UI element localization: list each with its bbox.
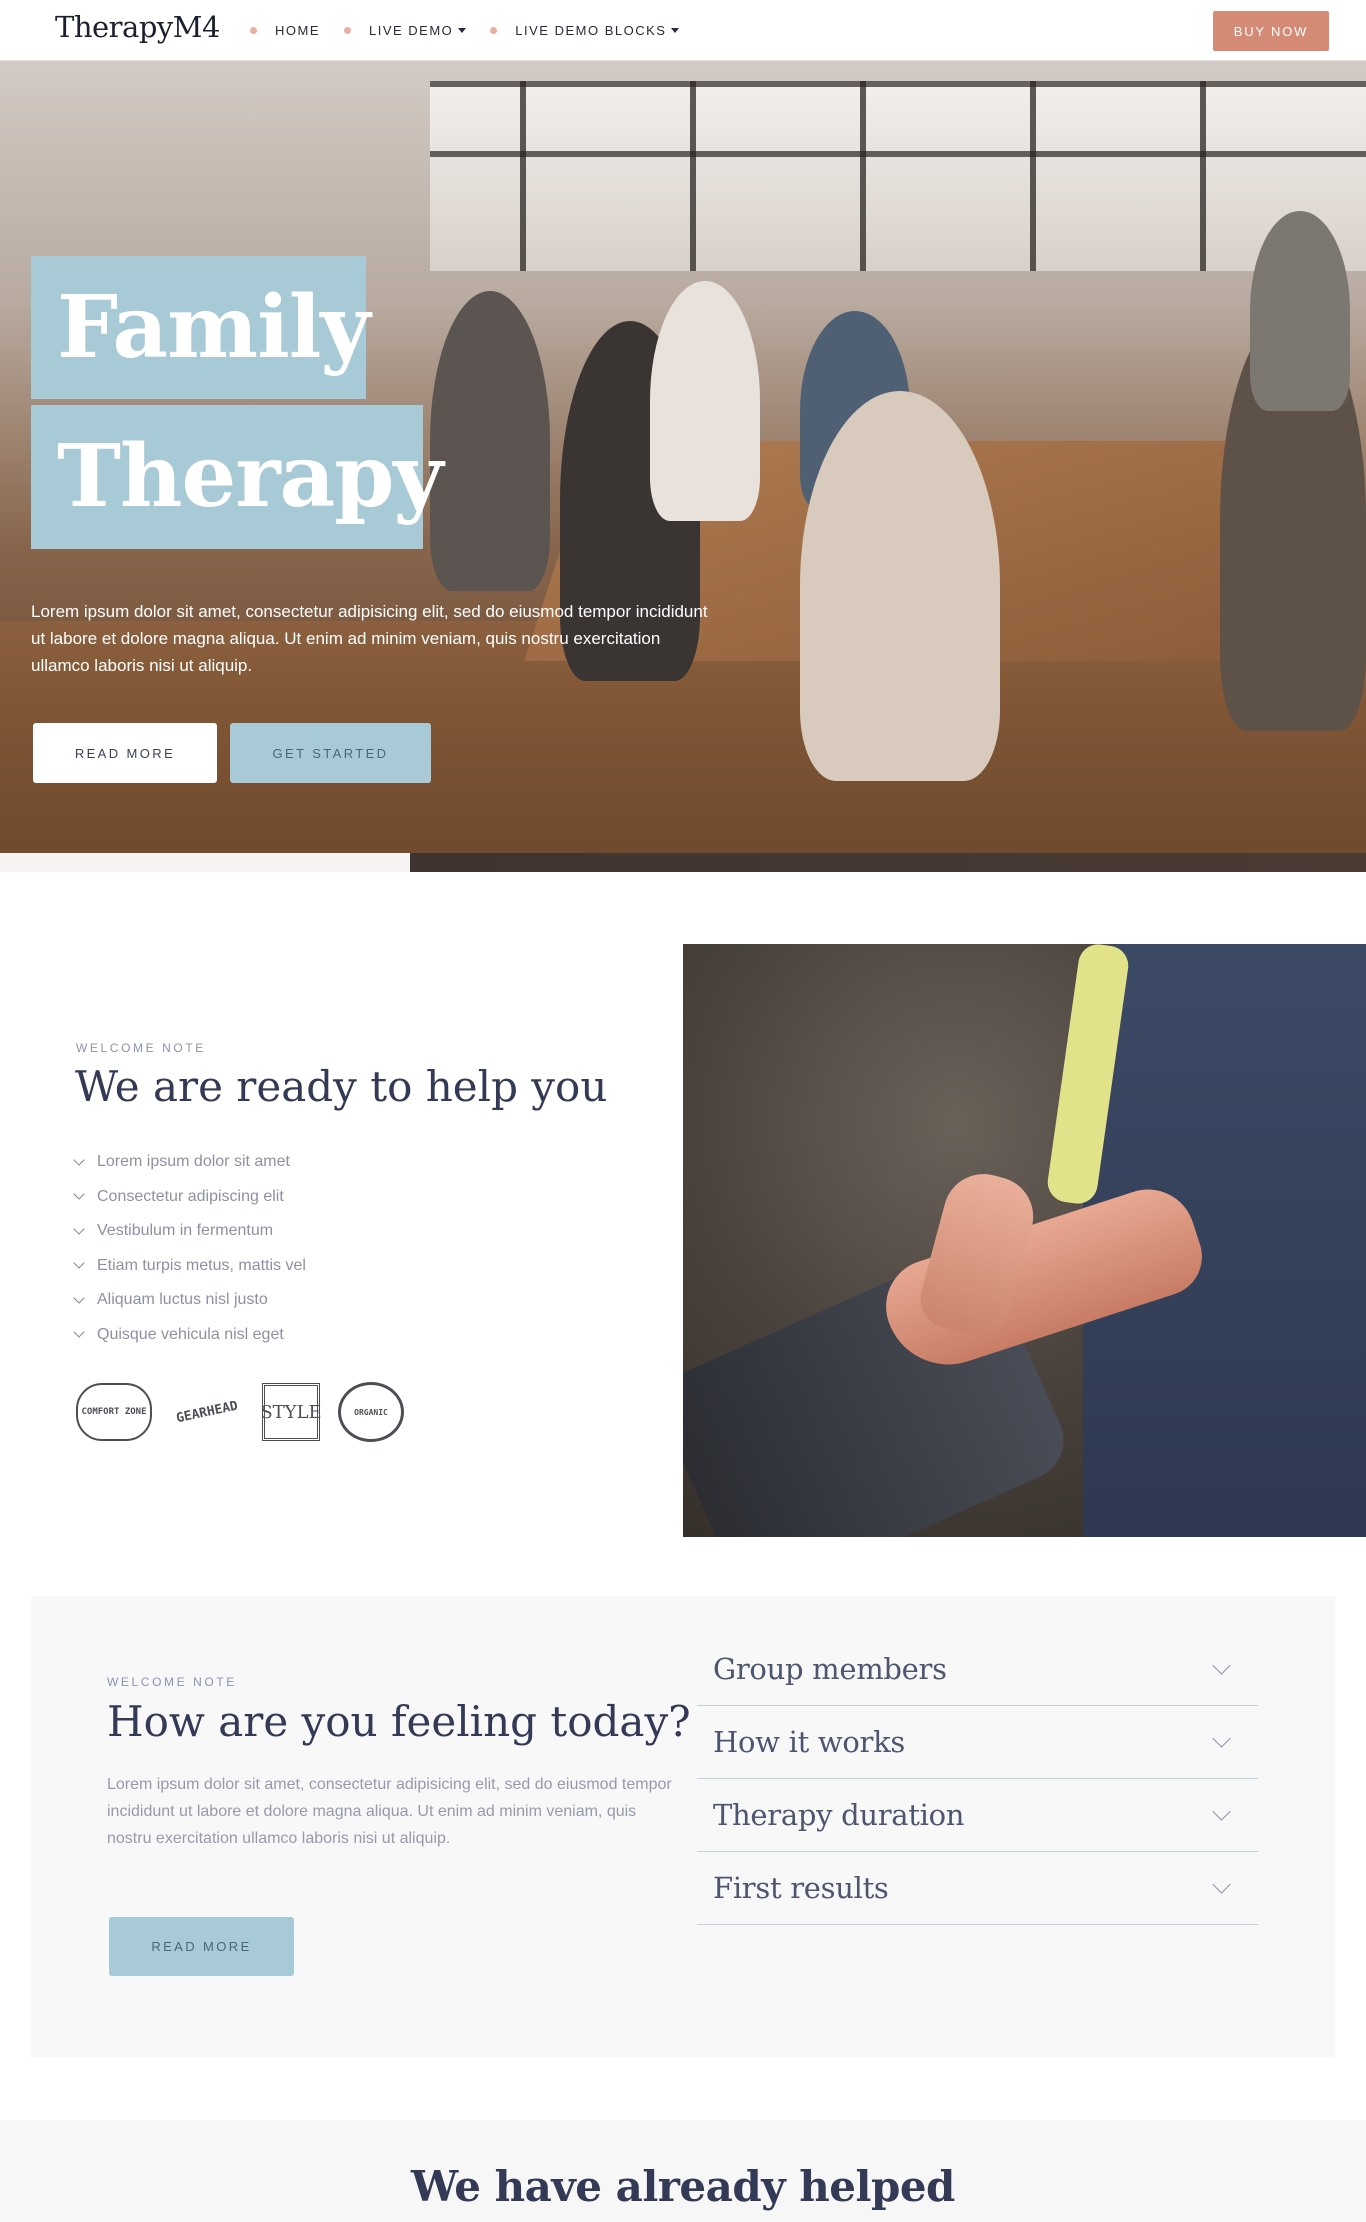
hero-background-window [430, 81, 1366, 271]
list-item-label: Vestibulum in fermentum [97, 1222, 274, 1240]
accordion-label: First results [713, 1871, 889, 1905]
list-item-label: Lorem ipsum dolor sit amet [97, 1153, 290, 1171]
nav-item-live-demo-blocks[interactable]: LIVE DEMO BLOCKS [490, 23, 680, 38]
chevron-down-icon [73, 1292, 85, 1304]
chevron-down-icon [73, 1223, 85, 1235]
list-item: Lorem ipsum dolor sit amet [73, 1145, 306, 1180]
nav-item-label: LIVE DEMO [369, 23, 454, 38]
accordion-label: Therapy duration [713, 1798, 965, 1832]
nav-item-label: LIVE DEMO BLOCKS [515, 23, 667, 38]
caret-down-icon [458, 28, 467, 33]
get-started-button[interactable]: GET STARTED [230, 723, 431, 783]
accordion-item-first-results[interactable]: First results [697, 1852, 1258, 1925]
list-item: Aliquam luctus nisl justo [73, 1283, 306, 1318]
chevron-down-icon [73, 1326, 85, 1338]
chevron-down-icon [1212, 1655, 1231, 1675]
chevron-down-icon [1212, 1874, 1231, 1894]
accordion-item-group-members[interactable]: Group members [697, 1633, 1258, 1706]
holding-hands-image [683, 944, 1366, 1537]
comfort-zone-logo: COMFORT ZONE [76, 1383, 152, 1441]
read-more-button[interactable]: READ MORE [33, 723, 217, 783]
list-item-label: Quisque vehicula nisl eget [97, 1325, 284, 1343]
nav-dot-icon [250, 27, 257, 34]
section-title: How are you feeling today? [107, 1697, 691, 1746]
chevron-down-icon [73, 1188, 85, 1200]
gearhead-logo: GEARHEAD [174, 1398, 240, 1426]
feature-list: Lorem ipsum dolor sit amet Consectetur a… [73, 1145, 306, 1353]
read-more-button[interactable]: READ MORE [109, 1917, 294, 1976]
list-item: Quisque vehicula nisl eget [73, 1318, 306, 1353]
chevron-down-icon [1212, 1801, 1231, 1821]
section-eyebrow: WELCOME NOTE [76, 1041, 206, 1055]
list-item-label: Aliquam luctus nisl justo [97, 1291, 268, 1309]
organic-logo: ORGANIC [338, 1382, 404, 1442]
nav-item-home[interactable]: HOME [250, 23, 320, 38]
list-item: Consectetur adipiscing elit [73, 1180, 306, 1215]
nav-dot-icon [490, 27, 498, 34]
partner-logos: COMFORT ZONE GEARHEAD STYLE ORGANIC [76, 1382, 404, 1442]
accordion-item-therapy-duration[interactable]: Therapy duration [697, 1779, 1258, 1852]
navbar: TherapyM4 HOME LIVE DEMO LIVE DEMO BLOCK… [0, 0, 1366, 61]
hero-background-person [650, 281, 760, 521]
accordion-item-how-it-works[interactable]: How it works [697, 1706, 1258, 1779]
style-logo: STYLE [260, 1383, 322, 1441]
hero-title-line1: Family [31, 256, 370, 399]
chevron-down-icon [73, 1154, 85, 1166]
hero-background-person [430, 291, 550, 591]
chevron-down-icon [73, 1257, 85, 1269]
caret-down-icon [671, 28, 680, 33]
hero-title-line2: Therapy [31, 405, 443, 549]
list-item: Etiam turpis metus, mattis vel [73, 1249, 306, 1284]
hero-description: Lorem ipsum dolor sit amet, consectetur … [31, 602, 708, 675]
buy-now-button[interactable]: BUY NOW [1213, 11, 1329, 51]
hero-background-person [1250, 211, 1350, 411]
accordion-label: How it works [713, 1725, 905, 1759]
brand-logo[interactable]: TherapyM4 [55, 10, 220, 44]
nav-dot-icon [344, 27, 351, 34]
nav-item-label: HOME [275, 23, 320, 38]
nav-item-live-demo[interactable]: LIVE DEMO [344, 23, 467, 38]
helped-title: We have already helped [411, 2162, 955, 2211]
chevron-down-icon [1212, 1728, 1231, 1748]
list-item-label: Etiam turpis metus, mattis vel [97, 1256, 306, 1274]
list-item: Vestibulum in fermentum [73, 1214, 306, 1249]
list-item-label: Consectetur adipiscing elit [97, 1187, 284, 1205]
main-nav: HOME LIVE DEMO LIVE DEMO BLOCKS [250, 0, 680, 61]
section-title: We are ready to help you [75, 1062, 608, 1111]
accordion-label: Group members [713, 1652, 947, 1686]
hero-section: Family Therapy Lorem ipsum dolor sit ame… [0, 61, 1366, 872]
hero-background-person [800, 391, 1000, 781]
hero-bottom-strip [0, 853, 1366, 872]
feeling-description: Lorem ipsum dolor sit amet, consectetur … [107, 1776, 672, 1847]
section-eyebrow: WELCOME NOTE [107, 1675, 237, 1689]
